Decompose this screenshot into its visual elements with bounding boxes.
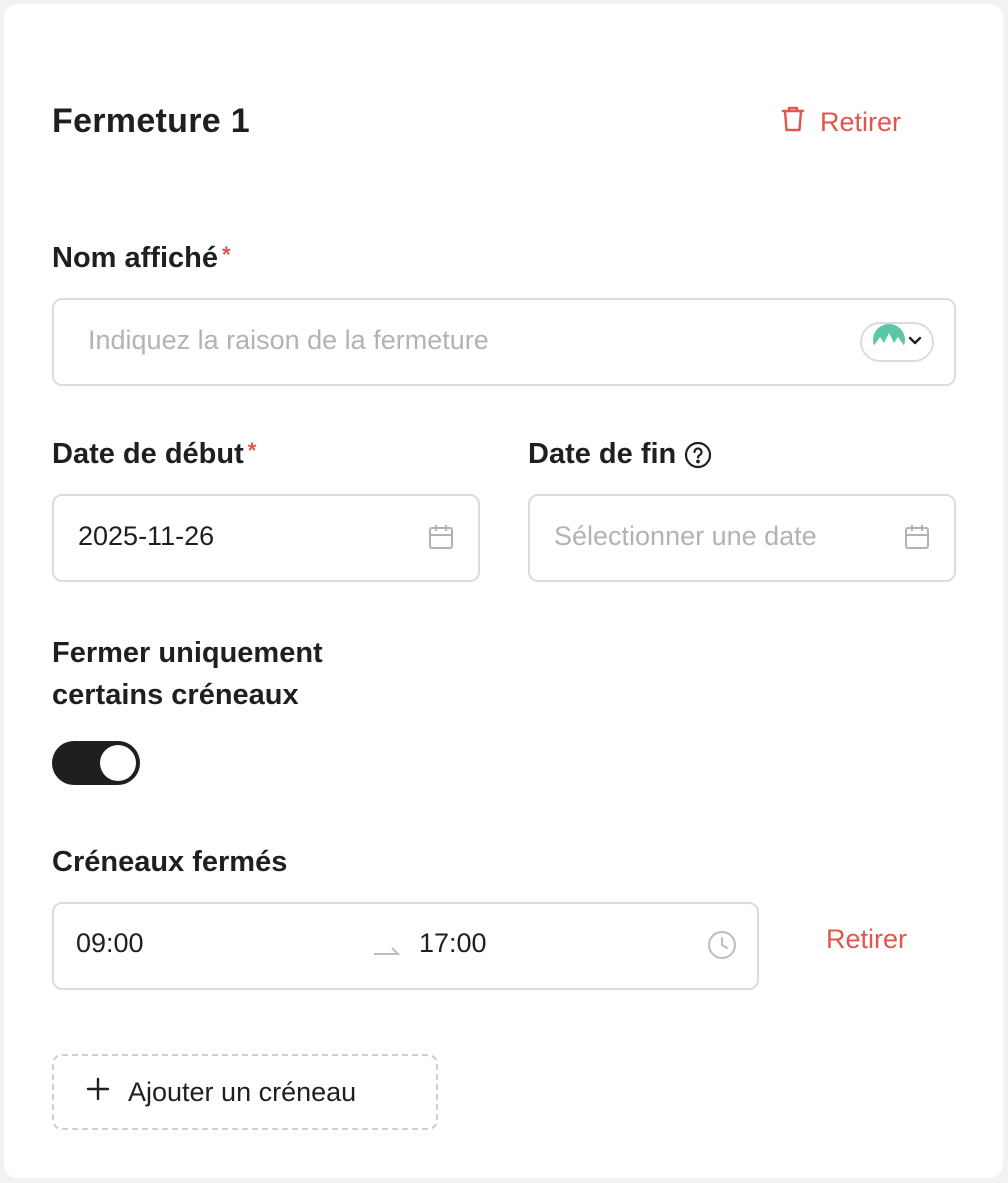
arrow-right-icon [372, 934, 401, 965]
add-slot-label: Ajouter un créneau [128, 1076, 357, 1107]
end-date-label-text: Date de fin [528, 438, 677, 470]
partial-closure-label: Fermer uniquement certains créneaux [52, 632, 323, 716]
start-date-label-text: Date de début [52, 438, 244, 470]
required-asterisk: * [247, 438, 257, 463]
add-slot-button[interactable]: Ajouter un créneau [52, 1054, 438, 1130]
help-icon[interactable] [684, 441, 712, 469]
display-name-field [52, 298, 956, 386]
plus-icon [86, 1077, 110, 1108]
partial-closure-toggle[interactable] [52, 741, 140, 785]
toggle-knob [100, 745, 136, 781]
start-date-input[interactable] [76, 520, 410, 553]
start-date-label: Date de début * [52, 438, 256, 471]
calendar-icon [904, 524, 930, 555]
end-date-label: Date de fin [528, 438, 712, 471]
time-range-field[interactable]: 09:00 17:00 [52, 902, 759, 990]
closure-title: Fermeture 1 [52, 102, 250, 140]
language-selector[interactable] [860, 322, 934, 362]
end-date-input[interactable] [552, 520, 886, 553]
slot-start-time[interactable]: 09:00 [76, 928, 144, 959]
start-date-field[interactable] [52, 494, 480, 582]
display-name-label: Nom affiché * [52, 242, 231, 275]
closure-card: Fermeture 1 Retirer Nom affiché* Date d [4, 4, 1003, 1178]
remove-closure-label: Retirer [820, 106, 902, 137]
calendar-icon [428, 524, 454, 555]
display-name-label-text: Nom affiché [52, 242, 218, 274]
slot-end-time[interactable]: 17:00 [419, 928, 487, 959]
remove-closure-button[interactable]: Retirer [780, 102, 901, 142]
partial-closure-label-line1: Fermer uniquement [52, 637, 323, 669]
chevron-down-icon [908, 333, 922, 351]
display-name-input[interactable] [86, 324, 830, 357]
closed-slots-label: Créneaux fermés [52, 846, 288, 878]
trash-icon [780, 105, 806, 140]
clock-icon [707, 930, 737, 965]
required-asterisk: * [221, 242, 231, 267]
partial-closure-label-line2: certains créneaux [52, 679, 299, 711]
flag-icon [872, 323, 906, 362]
end-date-field[interactable] [528, 494, 956, 582]
remove-slot-button[interactable]: Retirer [826, 924, 907, 955]
